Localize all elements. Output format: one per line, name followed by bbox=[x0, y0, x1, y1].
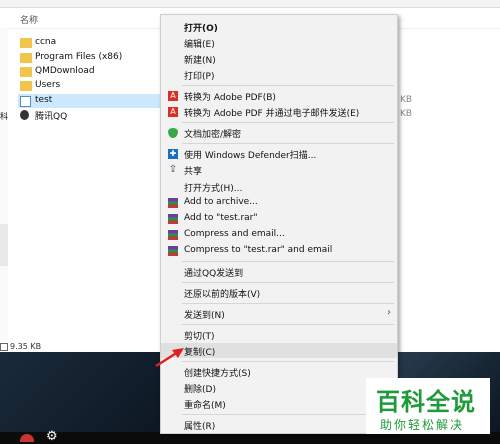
menu-label: 共享 bbox=[184, 167, 203, 177]
menu-item-defender-scan[interactable]: ✚ 使用 Windows Defender扫描... bbox=[161, 146, 397, 161]
share-icon: ⇪ bbox=[168, 164, 178, 175]
nav-item-fragment[interactable]: 科 bbox=[0, 111, 8, 122]
context-menu: 打开(O) 编辑(E) 新建(N) 打印(P) A 转换为 Adobe PDF(B… bbox=[160, 14, 398, 434]
folder-icon bbox=[20, 81, 32, 91]
folder-icon bbox=[20, 38, 32, 48]
menu-label: 打印(P) bbox=[184, 72, 215, 82]
winrar-icon bbox=[168, 246, 178, 256]
file-name: Program Files (x86) bbox=[35, 52, 123, 62]
menu-item-encrypt[interactable]: 文档加密/解密 bbox=[161, 125, 397, 140]
menu-item-compress-rar-email[interactable]: Compress to "test.rar" and email bbox=[161, 243, 397, 258]
menu-item-restore-previous[interactable]: 还原以前的版本(V) bbox=[161, 285, 397, 300]
menu-label: Compress and email... bbox=[184, 229, 285, 239]
menu-item-share[interactable]: ⇪ 共享 bbox=[161, 162, 397, 178]
menu-item-convert-pdf-email[interactable]: A 转换为 Adobe PDF 并通过电子邮件发送(E) bbox=[161, 104, 397, 119]
status-file-size: 9.35 KB bbox=[10, 342, 42, 351]
menu-item-add-archive[interactable]: Add to archive... bbox=[161, 195, 397, 210]
file-size: KB bbox=[400, 95, 413, 105]
qq-penguin-icon bbox=[20, 110, 29, 120]
menu-separator bbox=[182, 282, 394, 283]
menu-separator bbox=[182, 143, 394, 144]
menu-item-open-with[interactable]: 打开方式(H)... bbox=[161, 179, 397, 194]
menu-label: 通过QQ发送到 bbox=[184, 269, 244, 279]
menu-item-open[interactable]: 打开(O) bbox=[161, 19, 397, 34]
menu-separator bbox=[182, 85, 394, 86]
folder-icon bbox=[20, 53, 32, 63]
red-arrow-annotation-icon bbox=[155, 348, 184, 368]
gear-icon[interactable]: ⚙ bbox=[46, 429, 58, 444]
menu-item-add-rar[interactable]: Add to "test.rar" bbox=[161, 211, 397, 226]
menu-label: Compress to "test.rar" and email bbox=[184, 245, 333, 255]
menu-label: 复制(C) bbox=[184, 348, 216, 358]
watermark-subtitle: 助你轻松解决 bbox=[380, 418, 465, 432]
watermark-title: 百科全说 bbox=[376, 388, 476, 416]
menu-label: Add to archive... bbox=[184, 197, 258, 207]
shield-icon bbox=[168, 128, 178, 138]
pdf-icon: A bbox=[168, 107, 178, 117]
menu-item-convert-pdf[interactable]: A 转换为 Adobe PDF(B) bbox=[161, 88, 397, 103]
menu-label: 转换为 Adobe PDF 并通过电子邮件发送(E) bbox=[184, 109, 360, 119]
menu-separator bbox=[182, 324, 394, 325]
menu-label: 新建(N) bbox=[184, 56, 216, 66]
menu-item-send-qq[interactable]: 通过QQ发送到 bbox=[161, 264, 397, 279]
menu-label: 使用 Windows Defender扫描... bbox=[184, 151, 317, 161]
menu-separator bbox=[182, 261, 394, 262]
menu-item-new[interactable]: 新建(N) bbox=[161, 51, 397, 66]
menu-separator bbox=[182, 122, 394, 123]
menu-item-edit[interactable]: 编辑(E) bbox=[161, 35, 397, 50]
menu-item-copy[interactable]: 复制(C) bbox=[161, 343, 397, 358]
nav-selected-item[interactable] bbox=[0, 224, 8, 266]
file-name: Users bbox=[35, 80, 61, 90]
menu-label: 还原以前的版本(V) bbox=[184, 290, 261, 300]
details-view-icon[interactable] bbox=[0, 343, 8, 351]
menu-item-create-shortcut[interactable]: 创建快捷方式(S) bbox=[161, 364, 397, 379]
winrar-icon bbox=[168, 214, 178, 224]
menu-item-rename[interactable]: 重命名(M) bbox=[161, 396, 397, 411]
menu-label: 删除(D) bbox=[184, 385, 216, 395]
windows-defender-icon: ✚ bbox=[168, 149, 178, 159]
file-name: ccna bbox=[35, 37, 57, 47]
address-bar-strip bbox=[0, 0, 500, 8]
winrar-icon bbox=[168, 230, 178, 240]
menu-label: 剪切(T) bbox=[184, 332, 215, 342]
menu-label: 创建快捷方式(S) bbox=[184, 369, 251, 379]
watermark-logo: 百科全说 助你轻松解决 bbox=[366, 378, 490, 434]
menu-label: 转换为 Adobe PDF(B) bbox=[184, 93, 276, 103]
menu-separator bbox=[182, 303, 394, 304]
navigation-pane: 科 bbox=[0, 28, 8, 342]
menu-label: 重命名(M) bbox=[184, 401, 226, 411]
menu-item-properties[interactable]: 属性(R) bbox=[161, 417, 397, 432]
menu-label: 属性(R) bbox=[184, 422, 216, 432]
chevron-right-icon: › bbox=[387, 307, 391, 318]
menu-label: 打开方式(H)... bbox=[184, 184, 243, 194]
file-name: QMDownload bbox=[35, 66, 95, 76]
winrar-icon bbox=[168, 198, 178, 208]
menu-item-print[interactable]: 打印(P) bbox=[161, 67, 397, 82]
file-name: 腾讯QQ bbox=[35, 112, 68, 122]
menu-item-send-to[interactable]: 发送到(N) › bbox=[161, 306, 397, 321]
column-header-name: 名称 bbox=[20, 16, 39, 26]
menu-label: 文档加密/解密 bbox=[184, 130, 242, 140]
pdf-icon: A bbox=[168, 91, 178, 101]
menu-label: 发送到(N) bbox=[184, 311, 225, 321]
menu-item-delete[interactable]: 删除(D) bbox=[161, 380, 397, 395]
app-swirl-icon[interactable] bbox=[20, 434, 34, 442]
menu-item-cut[interactable]: 剪切(T) bbox=[161, 327, 397, 342]
menu-label: 打开(O) bbox=[184, 24, 218, 34]
menu-item-compress-email[interactable]: Compress and email... bbox=[161, 227, 397, 242]
menu-label: Add to "test.rar" bbox=[184, 213, 258, 223]
menu-label: 编辑(E) bbox=[184, 40, 215, 50]
file-size: KB bbox=[400, 109, 413, 119]
menu-separator bbox=[182, 361, 394, 362]
folder-icon bbox=[20, 67, 32, 77]
menu-separator bbox=[182, 414, 394, 415]
